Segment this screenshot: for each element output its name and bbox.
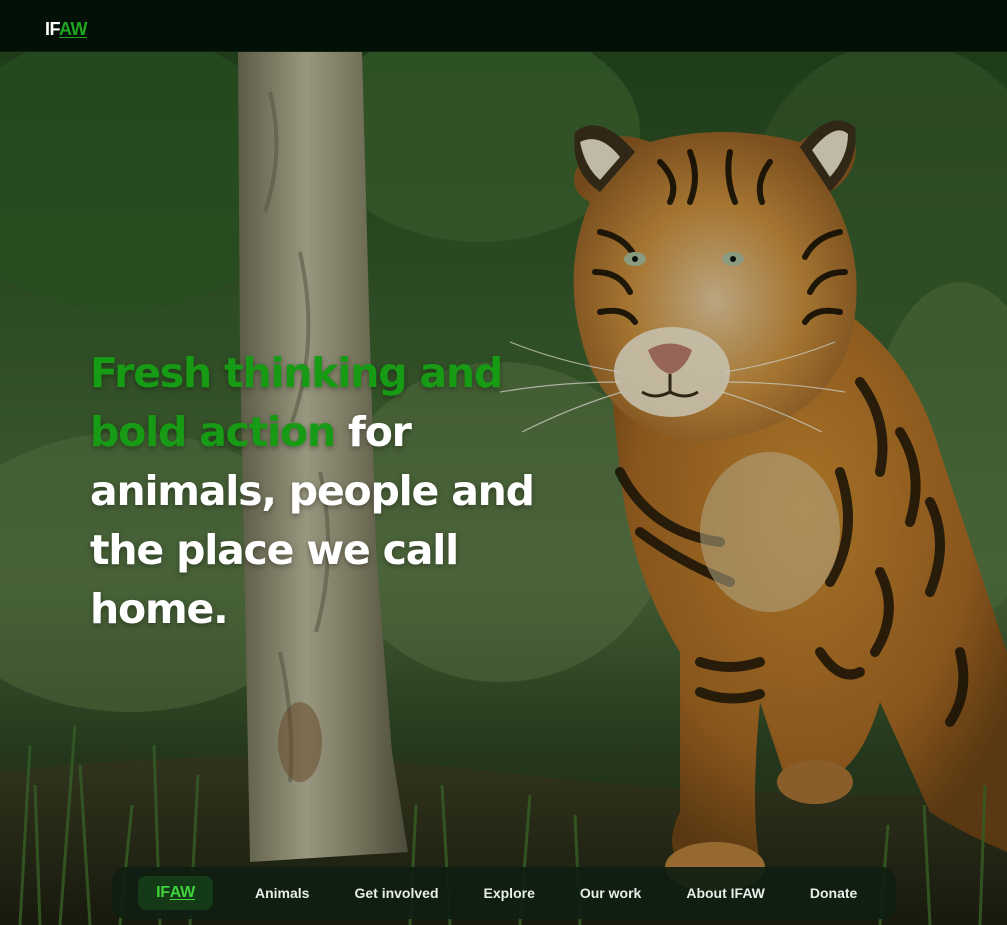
nav-item-animals[interactable]: Animals: [255, 885, 309, 901]
hero-headline: Fresh thinking and bold action for animals…: [90, 344, 560, 639]
homepage: IFAW Fresh thinking and bold action for …: [0, 0, 1007, 925]
nav-item-our-work[interactable]: Our work: [580, 885, 641, 901]
top-header: IFAW: [0, 0, 1007, 52]
headline-line4: the place we call: [90, 526, 459, 574]
nav-logo-button[interactable]: IF AW: [138, 876, 213, 910]
hero-section: Fresh thinking and bold action for animals…: [0, 52, 1007, 925]
headline-line5: home.: [90, 585, 229, 633]
nav-item-about-ifaw[interactable]: About IFAW: [686, 885, 765, 901]
headline-rest-line2: for: [334, 408, 412, 456]
headline-line3: animals, people and: [90, 467, 535, 515]
logo-prefix: IF: [45, 19, 60, 39]
nav-item-explore[interactable]: Explore: [484, 885, 535, 901]
ifaw-logo[interactable]: IFAW: [45, 19, 88, 39]
headline-accent-line1: Fresh thinking and: [90, 349, 503, 397]
nav-logo-suffix: AW: [169, 884, 195, 901]
nav-item-donate[interactable]: Donate: [810, 885, 857, 901]
headline-accent-line2: bold action: [90, 408, 336, 456]
bottom-nav-bar: IF AW Animals Get involved Explore Our wo…: [112, 867, 896, 919]
nav-logo-prefix: IF: [156, 884, 170, 901]
nav-items: Animals Get involved Explore Our work Ab…: [255, 885, 857, 901]
nav-item-get-involved[interactable]: Get involved: [354, 885, 438, 901]
logo-suffix: AW: [59, 19, 88, 39]
